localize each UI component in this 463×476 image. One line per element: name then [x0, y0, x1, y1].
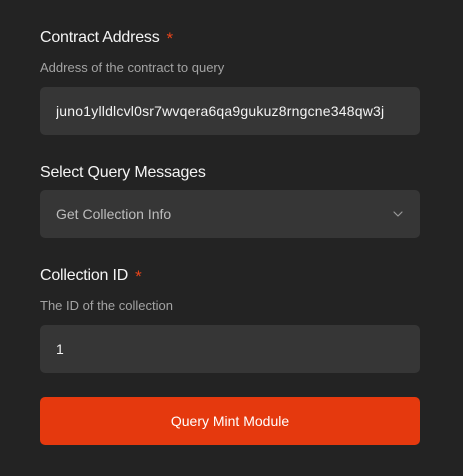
collection-id-value: 1	[56, 341, 64, 357]
contract-address-label: Contract Address	[40, 29, 160, 46]
required-marker: *	[166, 29, 174, 48]
collection-id-input[interactable]: 1	[40, 325, 420, 373]
query-messages-label-row: Select Query Messages	[40, 164, 206, 186]
contract-address-label-row: Contract Address *	[40, 29, 173, 51]
query-messages-select[interactable]: Get Collection Info	[40, 190, 420, 238]
collection-id-help: The ID of the collection	[40, 298, 173, 313]
contract-address-input[interactable]: juno1ylldlcvl0sr7wvqera6qa9gukuz8rngcne3…	[40, 87, 420, 135]
chevron-down-icon	[392, 208, 404, 220]
query-messages-selected: Get Collection Info	[56, 206, 172, 222]
contract-address-value: juno1ylldlcvl0sr7wvqera6qa9gukuz8rngcne3…	[56, 103, 385, 119]
collection-id-label-row: Collection ID *	[40, 267, 142, 289]
collection-id-label: Collection ID	[40, 267, 129, 284]
required-marker: *	[135, 267, 142, 286]
contract-address-help: Address of the contract to query	[40, 60, 225, 75]
query-messages-label: Select Query Messages	[40, 164, 206, 181]
query-mint-module-button[interactable]: Query Mint Module	[40, 397, 420, 445]
